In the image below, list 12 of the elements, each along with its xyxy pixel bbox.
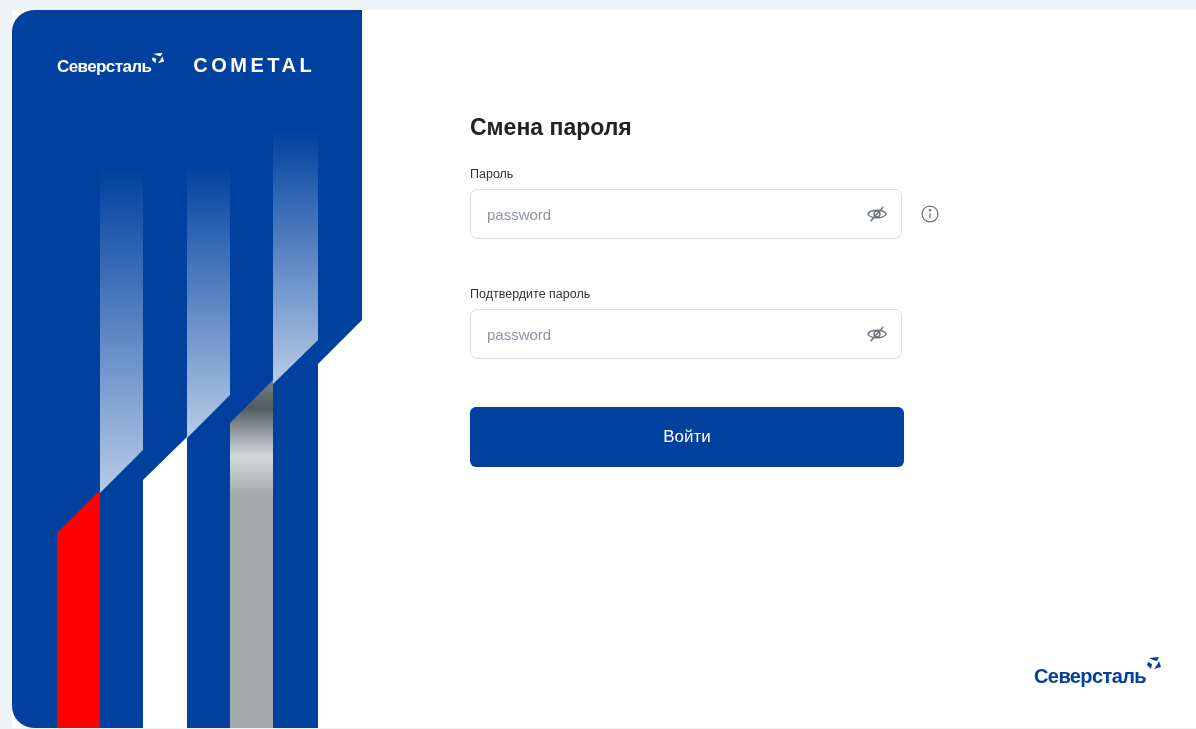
password-field[interactable]: password	[470, 309, 902, 359]
form-title: Смена пароля	[470, 114, 633, 141]
field-label: Подтвердите пароль	[470, 287, 592, 301]
logo-mark-icon	[1146, 655, 1162, 671]
password-field[interactable]: password	[470, 189, 902, 239]
logo-mark-icon	[151, 51, 166, 65]
company-logo-text: Северсталь	[1034, 665, 1146, 688]
info-icon[interactable]	[920, 203, 940, 225]
login-button[interactable]: Войти	[470, 407, 904, 467]
field-label: Пароль	[470, 167, 515, 181]
partner-logo-text: COMETAL	[193, 54, 316, 77]
company-logo-text: Северсталь	[57, 57, 152, 77]
